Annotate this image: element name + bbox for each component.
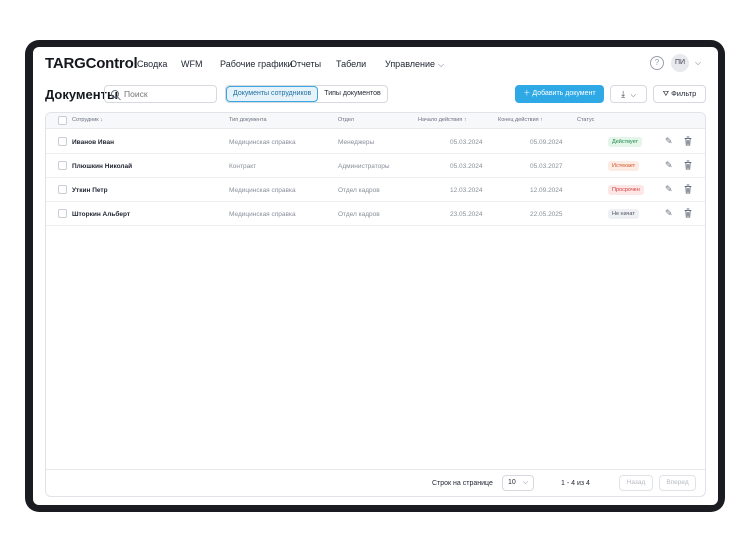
document-type: Медицинская справка — [229, 187, 296, 194]
start-date: 05.03.2024 — [450, 163, 483, 170]
column-header-department[interactable]: Отдел — [338, 117, 354, 123]
top-navigation: TARGControl Сводка WFM Рабочие графики О… — [33, 47, 718, 81]
table-header: Сотрудник ↓ Тип документа Отдел Начало д… — [46, 113, 705, 129]
edit-icon[interactable]: ✎ — [665, 184, 673, 195]
employee-name: Шторкин Альберт — [72, 211, 131, 218]
pagination-range: 1 - 4 из 4 — [561, 480, 590, 487]
search-icon — [111, 90, 119, 98]
row-checkbox[interactable] — [58, 185, 67, 194]
chevron-down-icon: ⌵ — [522, 479, 529, 486]
document-type: Медицинская справка — [229, 139, 296, 146]
row-checkbox[interactable] — [58, 161, 67, 170]
plus-icon: ＋ — [523, 90, 531, 97]
status-badge: Не начат — [608, 209, 639, 219]
add-document-button[interactable]: ＋ Добавить документ — [515, 85, 604, 103]
next-page-button[interactable]: Вперед — [659, 475, 696, 491]
row-checkbox[interactable] — [58, 137, 67, 146]
search-input[interactable] — [124, 89, 214, 99]
chevron-down-icon: ⌵ — [438, 60, 445, 69]
employee-name: Иванов Иван — [72, 139, 115, 146]
chevron-down-icon[interactable]: ⌵ — [695, 58, 701, 68]
document-view-switcher: Документы сотрудников Типы документов — [225, 85, 388, 103]
status-badge: Просрочен — [608, 185, 644, 195]
column-header-start[interactable]: Начало действия ↑ — [418, 117, 467, 123]
column-header-status[interactable]: Статус — [577, 117, 594, 123]
document-type: Контракт — [229, 163, 257, 170]
delete-icon[interactable] — [684, 160, 692, 172]
nav-item-management[interactable]: Управление ⌵ — [385, 59, 444, 70]
edit-icon[interactable]: ✎ — [665, 208, 673, 219]
download-button[interactable]: ⤓ ⌵ — [610, 85, 647, 103]
nav-item-work-schedules[interactable]: Рабочие графики — [220, 59, 293, 69]
app-logo[interactable]: TARGControl — [45, 55, 138, 72]
delete-icon[interactable] — [684, 208, 692, 220]
filter-icon: ⛛ — [662, 89, 669, 98]
nav-item-wfm[interactable]: WFM — [181, 59, 203, 69]
delete-icon[interactable] — [684, 184, 692, 196]
table-row[interactable]: Плюшкин Николай Контракт Администраторы 05.… — [46, 154, 705, 178]
department: Отдел кадров — [338, 211, 380, 218]
end-date: 05.03.2027 — [530, 163, 563, 170]
table-row[interactable]: Шторкин Альберт Медицинская справка Отдел … — [46, 202, 705, 226]
row-checkbox[interactable] — [58, 209, 67, 218]
documents-table: Сотрудник ↓ Тип документа Отдел Начало д… — [45, 112, 706, 497]
delete-icon[interactable] — [684, 136, 692, 148]
column-header-end[interactable]: Конец действия ↑ — [498, 117, 543, 123]
employee-name: Уткин Петр — [72, 187, 108, 194]
add-document-label: Добавить документ — [532, 90, 596, 97]
nav-item-reports[interactable]: Отчеты — [290, 59, 321, 69]
start-date: 23.05.2024 — [450, 211, 483, 218]
rows-per-page-label: Строк на странице — [432, 480, 493, 487]
end-date: 12.09.2024 — [530, 187, 563, 194]
document-type: Медицинская справка — [229, 211, 296, 218]
end-date: 05.09.2024 — [530, 139, 563, 146]
filter-label: Фильтр — [671, 89, 697, 98]
end-date: 22.05.2025 — [530, 211, 563, 218]
table-row[interactable]: Иванов Иван Медицинская справка Менеджеры 0… — [46, 130, 705, 154]
rows-per-page-select[interactable]: 10 ⌵ — [502, 475, 534, 491]
nav-item-management-label: Управление — [385, 59, 436, 69]
edit-icon[interactable]: ✎ — [665, 160, 673, 171]
department: Менеджеры — [338, 139, 375, 146]
table-footer: Строк на странице 10 ⌵ 1 - 4 из 4 Назад … — [46, 469, 705, 496]
download-icon: ⤓ — [621, 89, 626, 99]
help-icon[interactable]: ? — [650, 56, 664, 70]
app-window: TARGControl Сводка WFM Рабочие графики О… — [33, 47, 718, 505]
nav-item-timesheets[interactable]: Табели — [336, 59, 366, 69]
department: Администраторы — [338, 163, 390, 170]
employee-name: Плюшкин Николай — [72, 163, 133, 170]
tab-employee-documents[interactable]: Документы сотрудников — [226, 86, 319, 102]
column-header-employee[interactable]: Сотрудник ↓ — [72, 117, 103, 123]
status-badge: Действует — [608, 137, 643, 147]
column-header-doc-type[interactable]: Тип документа — [229, 117, 267, 123]
search-field[interactable] — [104, 85, 217, 103]
select-all-checkbox[interactable] — [58, 116, 67, 125]
prev-page-button[interactable]: Назад — [619, 475, 653, 491]
edit-icon[interactable]: ✎ — [665, 136, 673, 147]
start-date: 12.03.2024 — [450, 187, 483, 194]
table-row[interactable]: Уткин Петр Медицинская справка Отдел кадро… — [46, 178, 705, 202]
status-badge: Истекает — [608, 161, 640, 171]
rows-per-page-value: 10 — [508, 479, 516, 486]
start-date: 05.03.2024 — [450, 139, 483, 146]
filter-button[interactable]: ⛛ Фильтр — [653, 85, 706, 103]
nav-item-summary[interactable]: Сводка — [137, 59, 167, 69]
user-avatar[interactable]: ПИ — [671, 54, 689, 72]
tab-document-types[interactable]: Типы документов — [318, 86, 387, 102]
department: Отдел кадров — [338, 187, 380, 194]
chevron-down-icon: ⌵ — [630, 92, 636, 99]
